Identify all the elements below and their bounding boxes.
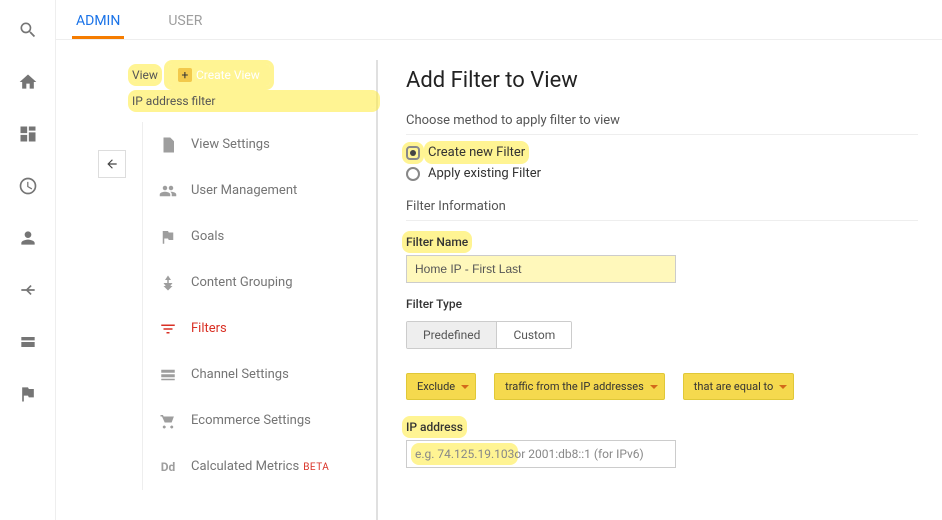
tab-admin[interactable]: ADMIN <box>72 13 124 39</box>
nav-label: Calculated Metrics <box>191 459 299 474</box>
nav-label: Channel Settings <box>191 367 289 382</box>
radio-create-new[interactable]: Create new Filter <box>406 145 918 160</box>
back-button[interactable] <box>98 150 126 178</box>
dashboard-icon[interactable] <box>18 124 38 148</box>
filter-name-label: Filter Name <box>406 235 468 249</box>
search-icon[interactable] <box>18 20 38 44</box>
filter-information-label: Filter Information <box>406 199 918 214</box>
ip-placeholder-highlight: e.g. 74.125.19.103 <box>415 447 514 461</box>
nav-user-management[interactable]: User Management <box>143 168 362 214</box>
nav-label: Ecommerce Settings <box>191 413 311 428</box>
nav-calculated-metrics[interactable]: Dd Calculated Metrics BETA <box>143 444 362 490</box>
view-name: IP address filter <box>132 94 376 108</box>
tab-user[interactable]: USER <box>164 13 206 39</box>
nav-channel-settings[interactable]: Channel Settings <box>143 352 362 398</box>
home-icon[interactable] <box>18 72 38 96</box>
flow-icon[interactable] <box>18 280 38 304</box>
radio-label: Create new Filter <box>428 145 525 160</box>
nav-ecommerce-settings[interactable]: Ecommerce Settings <box>143 398 362 444</box>
filter-type-segmented: Predefined Custom <box>406 321 572 349</box>
create-view-button[interactable]: + Create View <box>168 64 270 86</box>
dropdown-exclude[interactable]: Exclude <box>406 373 476 400</box>
filter-type-label: Filter Type <box>406 297 918 311</box>
nav-label: View Settings <box>191 137 270 152</box>
nav-label: Content Grouping <box>191 275 293 290</box>
dd-icon: Dd <box>159 460 177 474</box>
dropdown-traffic[interactable]: traffic from the IP addresses <box>494 373 665 400</box>
clock-icon[interactable] <box>18 176 38 200</box>
beta-badge: BETA <box>303 462 329 473</box>
page-title: Add Filter to View <box>406 68 918 93</box>
nav-content-grouping[interactable]: Content Grouping <box>143 260 362 306</box>
vertical-divider <box>376 60 378 520</box>
seg-custom[interactable]: Custom <box>497 322 571 348</box>
dropdown-equal[interactable]: that are equal to <box>683 373 794 400</box>
ip-address-label: IP address <box>406 420 463 434</box>
flag-icon <box>159 228 177 246</box>
nav-filters[interactable]: Filters <box>143 306 362 352</box>
back-arrow-icon <box>105 157 119 171</box>
nav-view-settings[interactable]: View Settings <box>143 122 362 168</box>
grouping-icon <box>159 274 177 292</box>
divider <box>406 220 918 221</box>
filter-icon <box>159 320 177 338</box>
people-icon <box>159 182 177 200</box>
person-icon[interactable] <box>18 228 38 252</box>
divider <box>406 134 918 135</box>
nav-label: User Management <box>191 183 297 198</box>
card-icon[interactable] <box>18 332 38 356</box>
ip-placeholder-rest: or 2001:db8::1 (for IPv6) <box>514 447 643 461</box>
radio-label: Apply existing Filter <box>428 166 541 181</box>
document-icon <box>159 136 177 154</box>
nav-goals[interactable]: Goals <box>143 214 362 260</box>
channel-icon <box>159 366 177 384</box>
plus-icon: + <box>178 68 192 82</box>
flag-icon[interactable] <box>18 384 38 408</box>
radio-icon <box>406 167 420 181</box>
nav-label: Goals <box>191 229 224 244</box>
radio-apply-existing[interactable]: Apply existing Filter <box>406 166 918 181</box>
cart-icon <box>159 412 177 430</box>
filter-name-input[interactable] <box>406 255 676 283</box>
view-label: View <box>132 68 158 82</box>
radio-icon <box>406 146 420 160</box>
create-view-label: Create View <box>196 68 260 82</box>
seg-predefined[interactable]: Predefined <box>407 322 497 348</box>
choose-method-label: Choose method to apply filter to view <box>406 113 918 128</box>
nav-label: Filters <box>191 321 227 336</box>
ip-address-input[interactable]: e.g. 74.125.19.103 or 2001:db8::1 (for I… <box>406 440 676 468</box>
